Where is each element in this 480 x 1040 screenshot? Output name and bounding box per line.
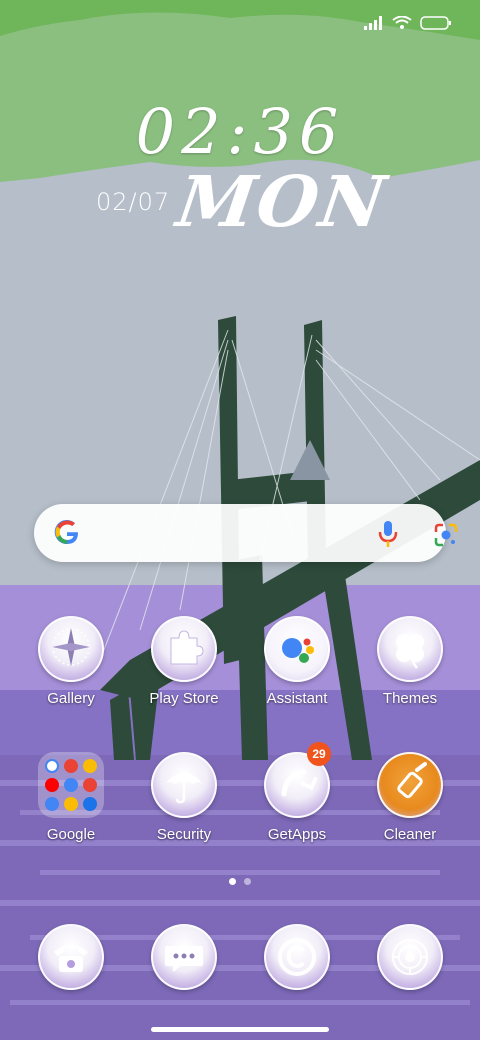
clock-time: 02:36 (135, 95, 345, 168)
app-play-store[interactable]: Play Store (134, 616, 234, 707)
app-getapps[interactable]: 29 GetApps (247, 742, 347, 843)
clover-icon (377, 616, 443, 682)
dock-phone[interactable] (21, 924, 121, 990)
broom-icon (377, 752, 443, 818)
mic-icon[interactable] (377, 520, 399, 548)
app-cleaner[interactable]: Cleaner (360, 752, 460, 843)
clock-date: 02/07 (96, 188, 171, 216)
app-gallery[interactable]: Gallery (21, 616, 121, 707)
google-g-icon (54, 520, 78, 545)
umbrella-icon (151, 752, 217, 818)
puzzle-icon (151, 616, 217, 682)
app-label: Themes (382, 690, 438, 707)
app-label: Gallery (47, 690, 95, 707)
app-label: Google (46, 826, 96, 843)
assistant-icon (264, 616, 330, 682)
page-indicator (0, 878, 480, 885)
wifi-icon (392, 16, 412, 29)
app-label: Play Store (149, 690, 219, 707)
phone-icon (38, 924, 104, 990)
notification-badge: 29 (307, 742, 331, 766)
dock-browser[interactable] (247, 924, 347, 990)
google-search-bar[interactable] (34, 504, 458, 562)
app-themes[interactable]: Themes (360, 616, 460, 707)
dock-messages[interactable] (134, 924, 234, 990)
app-security[interactable]: Security (134, 752, 234, 843)
home-indicator[interactable] (151, 1027, 329, 1032)
page-dot-active (229, 878, 236, 885)
app-label: Security (156, 826, 212, 843)
signal-icon (364, 16, 382, 30)
app-assistant[interactable]: Assistant (247, 616, 347, 707)
compass-icon (38, 616, 104, 682)
dock-camera[interactable] (360, 924, 460, 990)
camera-aperture-icon (377, 924, 443, 990)
battery-icon (420, 16, 451, 30)
message-icon (151, 924, 217, 990)
page-dot (244, 878, 251, 885)
app-label: Assistant (266, 690, 328, 707)
status-bar (364, 16, 452, 30)
app-label: Cleaner (383, 826, 437, 843)
google-lens-icon[interactable] (433, 522, 459, 548)
folder-google[interactable]: Google (21, 752, 121, 843)
folder-icon (38, 752, 104, 818)
copyright-icon (264, 924, 330, 990)
clock-day: MON (172, 160, 393, 243)
app-label: GetApps (267, 826, 327, 843)
